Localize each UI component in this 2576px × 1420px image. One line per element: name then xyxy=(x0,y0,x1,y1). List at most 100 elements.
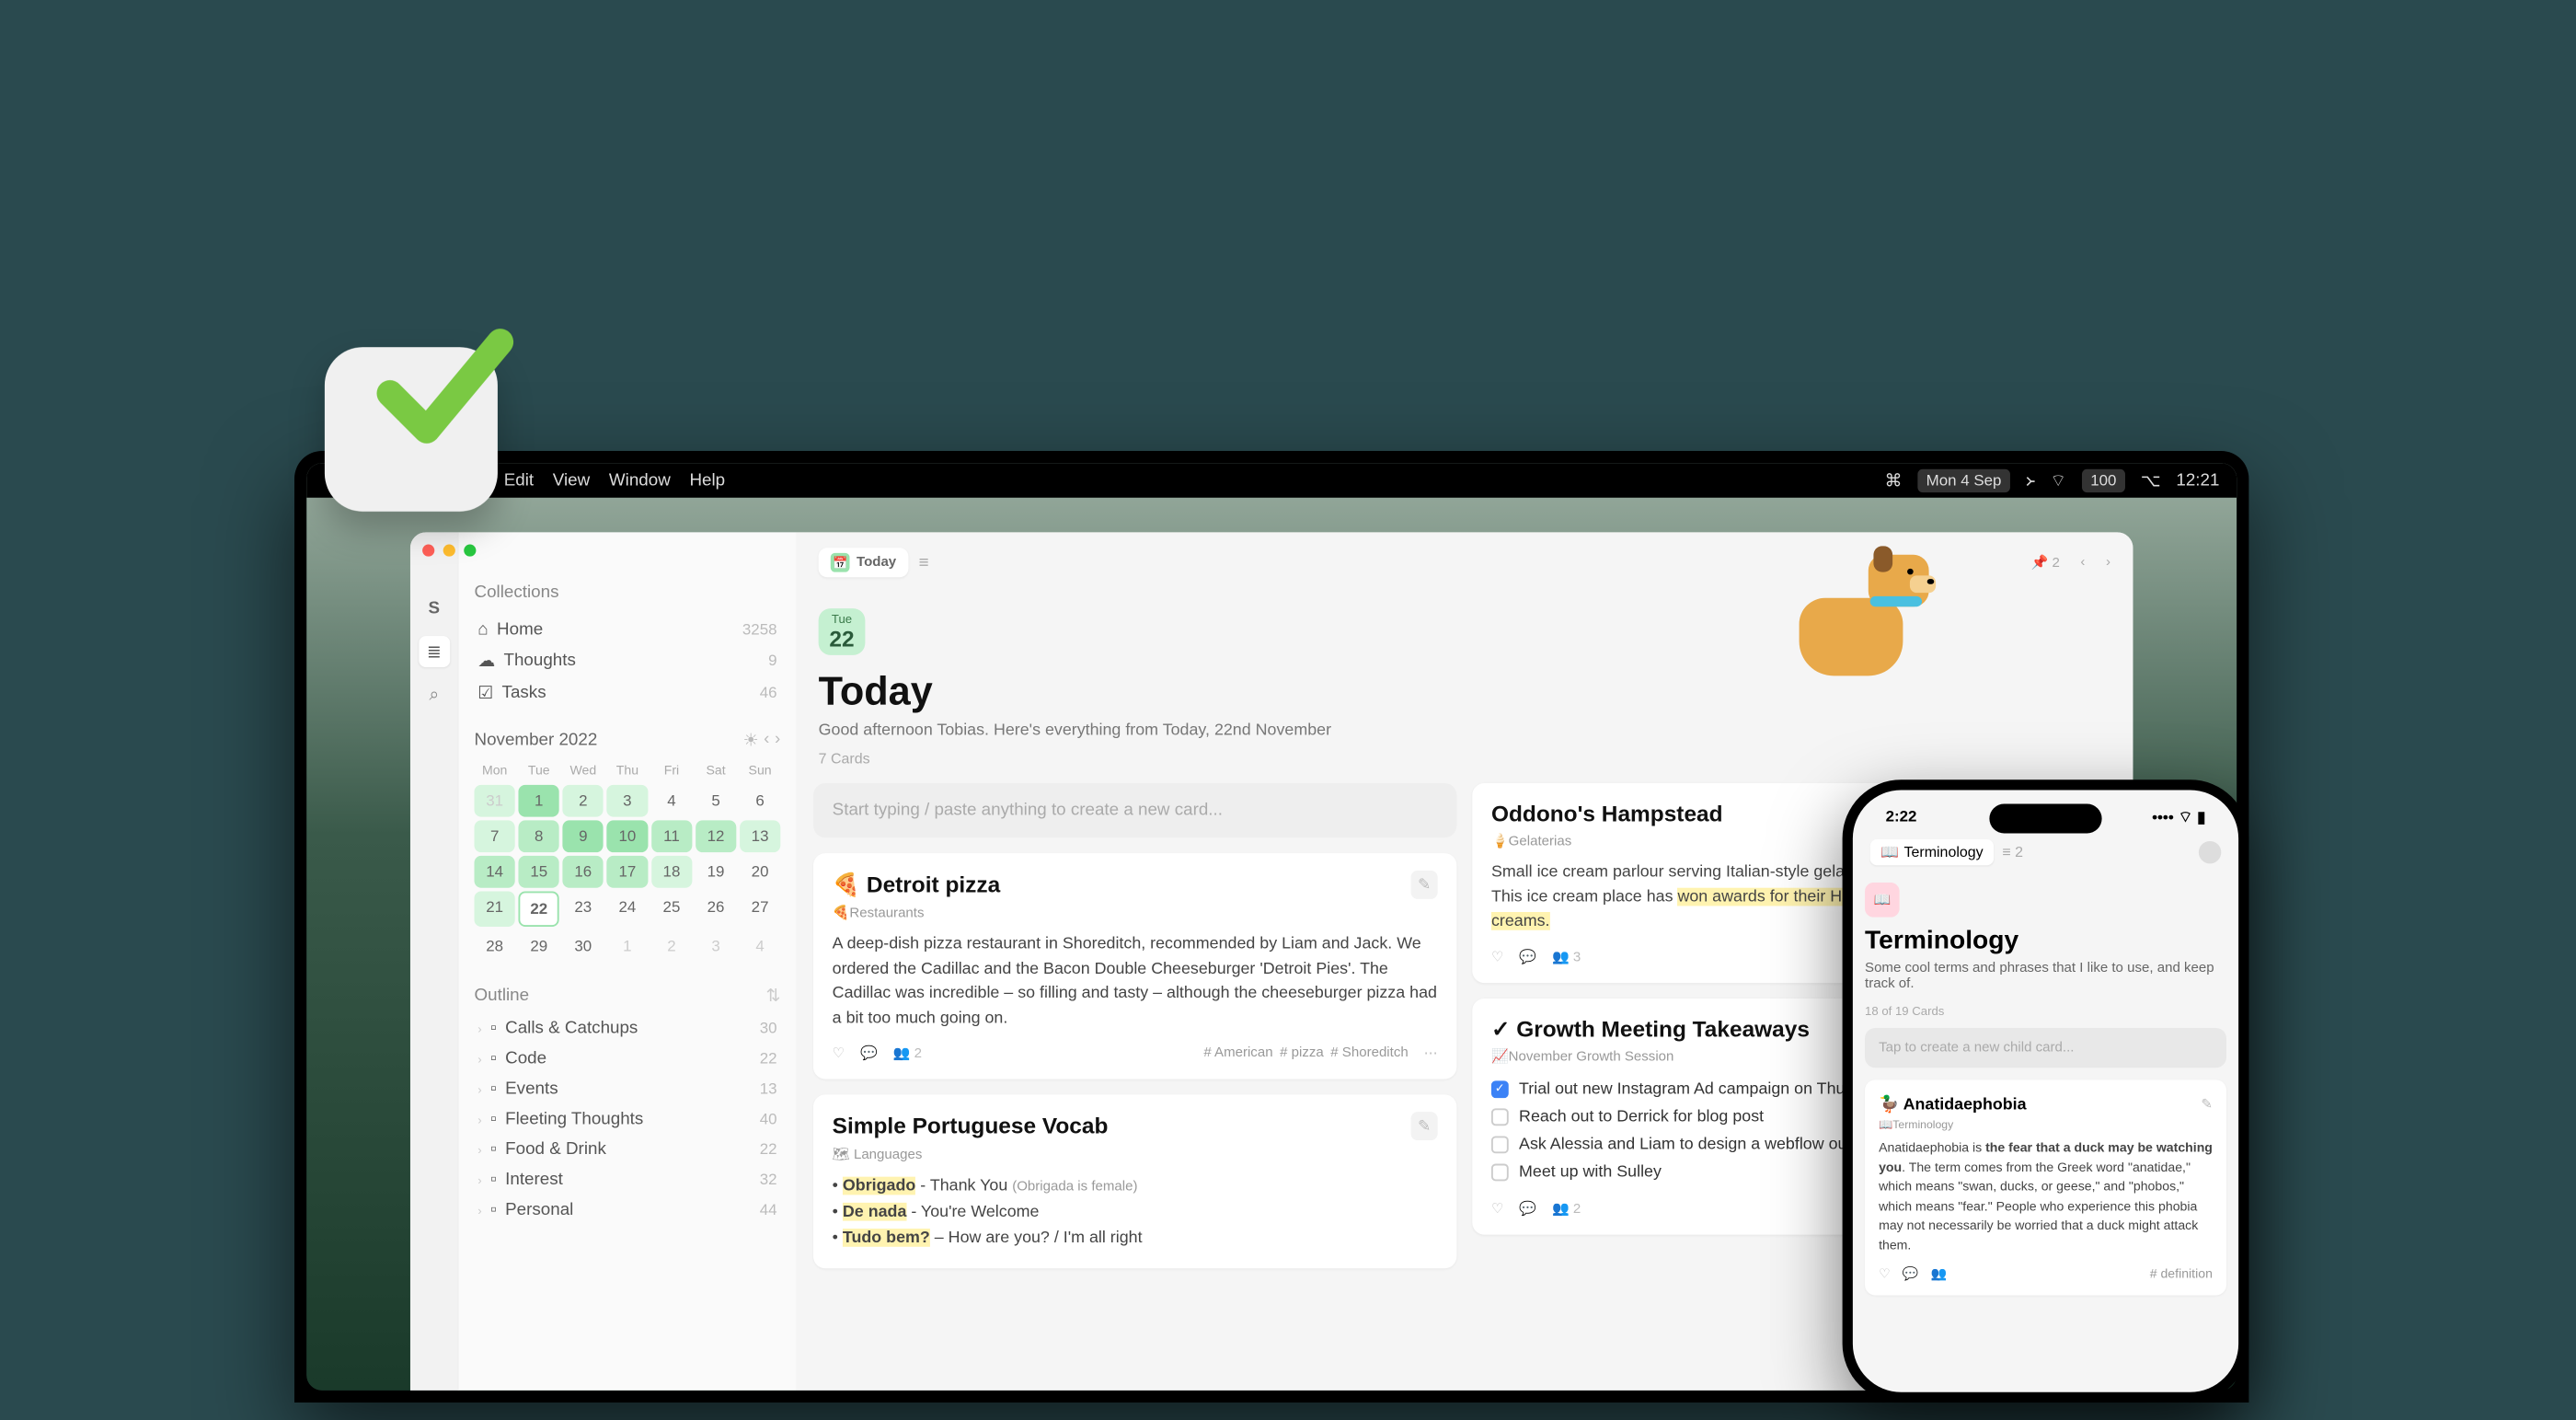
calendar-next-icon[interactable]: › xyxy=(775,730,780,752)
tag[interactable]: # definition xyxy=(2150,1266,2213,1281)
calendar-day[interactable]: 13 xyxy=(740,820,780,852)
menubar-time[interactable]: 12:21 xyxy=(2176,470,2219,491)
calendar-day[interactable]: 30 xyxy=(563,930,604,963)
new-card-input[interactable]: Start typing / paste anything to create … xyxy=(813,783,1456,837)
battery-indicator[interactable]: 100 xyxy=(2082,468,2125,491)
calendar-day[interactable]: 29 xyxy=(519,930,559,963)
card-parent[interactable]: 🗺 Languages xyxy=(833,1146,1438,1163)
collection-item[interactable]: ☑Tasks46 xyxy=(475,676,781,709)
fullscreen-icon[interactable] xyxy=(464,545,476,557)
menu-view[interactable]: View xyxy=(553,470,590,491)
edit-icon[interactable]: ✎ xyxy=(1410,871,1437,899)
calendar-day[interactable]: 9 xyxy=(563,820,604,852)
calendar-day[interactable]: 23 xyxy=(563,891,604,927)
calendar-day[interactable]: 25 xyxy=(651,891,692,927)
checkbox-icon[interactable] xyxy=(1491,1136,1509,1153)
calendar-day[interactable]: 7 xyxy=(475,820,515,852)
nav-prev-icon[interactable]: ‹ xyxy=(2080,555,2085,571)
calendar-day[interactable]: 1 xyxy=(519,785,559,817)
tag[interactable]: # pizza xyxy=(1280,1045,1324,1061)
members-count[interactable]: 👥 2 xyxy=(893,1045,922,1062)
shortcut-icon[interactable]: ⌘ xyxy=(1884,469,1902,491)
pin-count[interactable]: 📌 2 xyxy=(2031,554,2060,571)
heart-icon[interactable]: ♡ xyxy=(833,1045,845,1062)
rail-search-icon[interactable]: ⌕ xyxy=(419,679,450,710)
card-vocab[interactable]: Simple Portuguese Vocab ✎ 🗺 Languages • … xyxy=(813,1094,1456,1268)
calendar-day[interactable]: 3 xyxy=(696,930,736,963)
calendar-day[interactable]: 26 xyxy=(696,891,736,927)
checkbox-icon[interactable] xyxy=(1491,1080,1509,1098)
control-center-icon[interactable]: ⌥ xyxy=(2141,469,2161,491)
calendar-day[interactable]: 31 xyxy=(475,785,515,817)
minimize-icon[interactable] xyxy=(443,545,455,557)
collection-item[interactable]: ☁Thoughts9 xyxy=(475,645,781,677)
calendar-day[interactable]: 8 xyxy=(519,820,559,852)
calendar-day[interactable]: 15 xyxy=(519,856,559,888)
close-icon[interactable] xyxy=(422,545,434,557)
comment-icon[interactable]: 💬 xyxy=(1519,948,1536,965)
members-icon[interactable]: 👥 xyxy=(1931,1265,1948,1281)
outline-item[interactable]: ›▫Calls & Catchups30 xyxy=(475,1013,781,1044)
bluetooth-icon[interactable]: ᚛ xyxy=(2026,469,2035,491)
comment-icon[interactable]: 💬 xyxy=(1519,1200,1536,1218)
today-chip[interactable]: 📅 Today xyxy=(819,548,909,577)
calendar-day[interactable]: 4 xyxy=(740,930,780,963)
calendar-day[interactable]: 17 xyxy=(607,856,648,888)
menu-help[interactable]: Help xyxy=(689,470,725,491)
outline-item[interactable]: ›▫Food & Drink22 xyxy=(475,1135,781,1165)
calendar-day[interactable]: 24 xyxy=(607,891,648,927)
tag[interactable]: # American xyxy=(1203,1045,1272,1061)
menubar-date[interactable]: Mon 4 Sep xyxy=(1917,468,2010,491)
comment-icon[interactable]: 💬 xyxy=(1903,1265,1919,1281)
members-count[interactable]: 👥 3 xyxy=(1552,948,1581,965)
rail-list-icon[interactable]: ≣ xyxy=(419,636,450,667)
menu-window[interactable]: Window xyxy=(609,470,671,491)
nav-next-icon[interactable]: › xyxy=(2106,555,2110,571)
outline-sort-icon[interactable]: ⇅ xyxy=(766,985,781,1007)
calendar-day[interactable]: 22 xyxy=(519,891,559,927)
calendar-day[interactable]: 6 xyxy=(740,785,780,817)
outline-item[interactable]: ›▫Personal44 xyxy=(475,1195,781,1225)
card-parent[interactable]: 🍕Restaurants xyxy=(833,905,1438,922)
calendar-day[interactable]: 18 xyxy=(651,856,692,888)
heart-icon[interactable]: ♡ xyxy=(1879,1265,1891,1281)
calendar-day[interactable]: 16 xyxy=(563,856,604,888)
calendar-day[interactable]: 1 xyxy=(607,930,648,963)
calendar-day[interactable]: 14 xyxy=(475,856,515,888)
calendar-day[interactable]: 10 xyxy=(607,820,648,852)
phone-crumb-chip[interactable]: 📖 Terminology xyxy=(1870,839,1994,865)
outline-item[interactable]: ›▫Code22 xyxy=(475,1044,781,1074)
phone-card[interactable]: 🦆 Anatidaephobia ✎ 📖Terminology Anatidae… xyxy=(1865,1079,2226,1295)
calendar-sun-icon[interactable]: ☀ xyxy=(743,730,759,752)
calendar-day[interactable]: 27 xyxy=(740,891,780,927)
outline-item[interactable]: ›▫Events13 xyxy=(475,1074,781,1104)
checkbox-icon[interactable] xyxy=(1491,1108,1509,1126)
card-detroit[interactable]: 🍕 Detroit pizza ✎ 🍕Restaurants A deep-di… xyxy=(813,853,1456,1079)
heart-icon[interactable]: ♡ xyxy=(1491,1200,1503,1218)
filter-icon[interactable]: ≡ xyxy=(919,552,929,572)
calendar-day[interactable]: 3 xyxy=(607,785,648,817)
avatar[interactable] xyxy=(2199,841,2221,863)
outline-item[interactable]: ›▫Fleeting Thoughts40 xyxy=(475,1104,781,1135)
calendar-day[interactable]: 28 xyxy=(475,930,515,963)
collection-item[interactable]: ⌂Home3258 xyxy=(475,615,781,645)
filter-icon[interactable]: ≡ 2 xyxy=(2002,844,2023,861)
logo-icon[interactable]: S xyxy=(419,593,450,624)
calendar-day[interactable]: 2 xyxy=(651,930,692,963)
calendar-day[interactable]: 19 xyxy=(696,856,736,888)
edit-icon[interactable]: ✎ xyxy=(1410,1112,1437,1140)
more-icon[interactable]: ⋯ xyxy=(1424,1045,1438,1062)
calendar-day[interactable]: 21 xyxy=(475,891,515,927)
phone-card-parent[interactable]: 📖Terminology xyxy=(1879,1118,2213,1132)
window-traffic-lights[interactable] xyxy=(422,545,476,557)
heart-icon[interactable]: ♡ xyxy=(1491,948,1503,965)
edit-icon[interactable]: ✎ xyxy=(2201,1095,2213,1113)
calendar-day[interactable]: 20 xyxy=(740,856,780,888)
calendar-day[interactable]: 4 xyxy=(651,785,692,817)
phone-new-card-input[interactable]: Tap to create a new child card... xyxy=(1865,1028,2226,1068)
calendar-prev-icon[interactable]: ‹ xyxy=(764,730,769,752)
calendar-day[interactable]: 5 xyxy=(696,785,736,817)
tag[interactable]: # Shoreditch xyxy=(1330,1045,1408,1061)
calendar-day[interactable]: 11 xyxy=(651,820,692,852)
comment-icon[interactable]: 💬 xyxy=(860,1045,878,1062)
